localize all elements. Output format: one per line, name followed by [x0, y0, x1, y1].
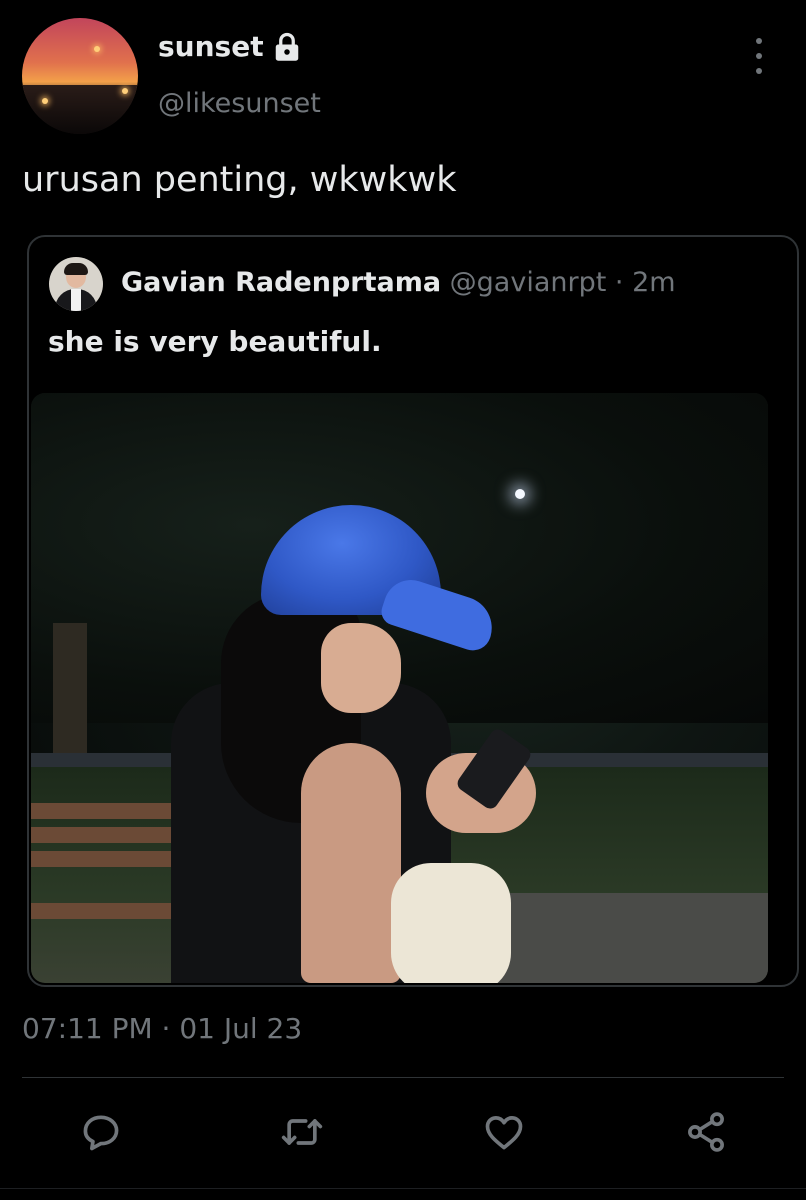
reply-icon: [83, 1115, 119, 1151]
quoted-time-ago: · 2m: [614, 267, 676, 298]
retweet-button[interactable]: [278, 1108, 326, 1156]
tweet-text: urusan penting, wkwkwk: [22, 160, 457, 200]
tweet-timestamp[interactable]: 07:11 PM · 01 Jul 23: [22, 1012, 302, 1045]
reply-button[interactable]: [77, 1108, 125, 1156]
more-dot-icon: [756, 38, 762, 44]
more-dot-icon: [756, 68, 762, 74]
photo-sweater: [391, 863, 511, 983]
heart-icon: [485, 1116, 523, 1150]
bench-slat: [31, 803, 181, 819]
like-button[interactable]: [480, 1108, 528, 1156]
share-button[interactable]: [682, 1108, 730, 1156]
bench-slat: [31, 903, 181, 919]
author-avatar[interactable]: [22, 18, 138, 134]
photo-bench: [31, 793, 191, 923]
avatar-ground: [22, 85, 138, 134]
more-options-button[interactable]: [744, 38, 774, 74]
share-icon: [688, 1112, 724, 1152]
quoted-author-avatar[interactable]: [49, 257, 103, 311]
quoted-tweet-card[interactable]: Gavian Radenprtama @gavianrpt · 2m she i…: [27, 235, 799, 987]
avatar-shirt: [71, 289, 81, 311]
lock-icon: [275, 32, 298, 61]
avatar-streetlight: [94, 46, 100, 52]
quoted-tweet-text: she is very beautiful.: [48, 325, 382, 358]
avatar-city-light: [122, 88, 128, 94]
photo-person-arm: [301, 743, 401, 983]
retweet-icon: [281, 1119, 323, 1145]
bottom-divider: [0, 1188, 806, 1189]
photo-person-face: [321, 623, 401, 713]
bench-slat: [31, 827, 181, 843]
bench-slat: [31, 851, 181, 867]
author-handle[interactable]: @likesunset: [158, 88, 321, 119]
avatar-city-light: [42, 98, 48, 104]
divider: [22, 1077, 784, 1078]
quoted-author-name[interactable]: Gavian Radenprtama: [121, 267, 441, 298]
author-display-name-row[interactable]: sunset: [158, 30, 302, 63]
quoted-tweet-photo[interactable]: [31, 393, 768, 983]
avatar-hair: [64, 263, 88, 275]
author-display-name[interactable]: sunset: [158, 30, 264, 63]
photo-street-lamp: [515, 489, 525, 499]
quoted-tweet-header: Gavian Radenprtama @gavianrpt · 2m: [121, 267, 676, 298]
more-dot-icon: [756, 53, 762, 59]
photo-walkway: [468, 893, 768, 983]
quoted-author-handle[interactable]: @gavianrpt: [450, 267, 607, 298]
